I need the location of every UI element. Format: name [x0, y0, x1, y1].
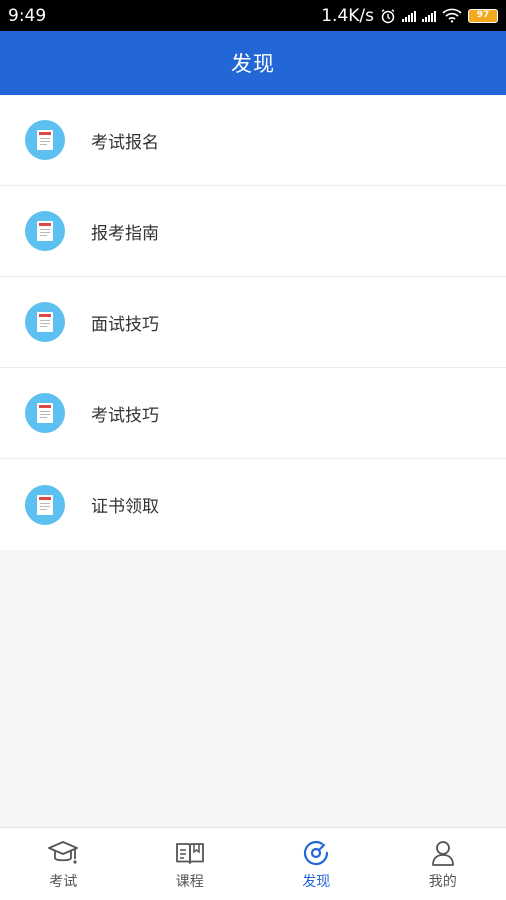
graduation-cap-icon: [48, 840, 79, 864]
open-book-icon: [175, 842, 204, 864]
page-title: 发现: [231, 52, 275, 76]
compass-icon: [304, 840, 329, 865]
bottom-tab-bar: 考试 课程 发现 我的: [0, 827, 506, 900]
person-icon: [431, 840, 454, 866]
tab-label: 发现: [302, 873, 331, 890]
signal-icon: [422, 10, 436, 22]
signal-icon: [402, 10, 416, 22]
list-item-certificate-pickup[interactable]: 证书领取: [0, 459, 506, 550]
tab-label: 我的: [428, 873, 457, 890]
document-icon: [25, 120, 65, 160]
list-item-exam-guide[interactable]: 报考指南: [0, 186, 506, 277]
status-bar: 9:49 1.4K/s 97: [0, 0, 506, 31]
document-icon: [25, 302, 65, 342]
list-item-label: 证书领取: [91, 497, 159, 517]
status-time: 9:49: [8, 5, 47, 26]
tab-label: 课程: [175, 873, 204, 890]
document-icon: [25, 484, 65, 525]
tab-exam[interactable]: 考试: [0, 828, 127, 900]
list-item-exam-registration[interactable]: 考试报名: [0, 95, 506, 186]
tab-mine[interactable]: 我的: [380, 828, 506, 900]
battery-icon: 97: [468, 8, 498, 23]
list-item-label: 考试技巧: [91, 405, 159, 426]
tab-label: 考试: [49, 873, 78, 890]
list-item-label: 报考指南: [91, 223, 159, 244]
network-speed: 1.4K/s: [321, 5, 374, 26]
alarm-icon: [381, 8, 395, 23]
list-item-interview-tips[interactable]: 面试技巧: [0, 277, 506, 368]
wifi-icon: [442, 8, 462, 23]
tab-discover[interactable]: 发现: [253, 828, 380, 900]
tab-courses[interactable]: 课程: [127, 828, 254, 900]
list-item-exam-tips[interactable]: 考试技巧: [0, 368, 506, 459]
discover-list: 考试报名 报考指南 面试技巧 考试技巧 证书领取: [0, 95, 506, 550]
list-item-label: 面试技巧: [91, 314, 159, 335]
document-icon: [25, 211, 65, 251]
list-item-label: 考试报名: [91, 132, 159, 153]
document-icon: [25, 393, 65, 433]
page-header: 发现: [0, 31, 506, 95]
